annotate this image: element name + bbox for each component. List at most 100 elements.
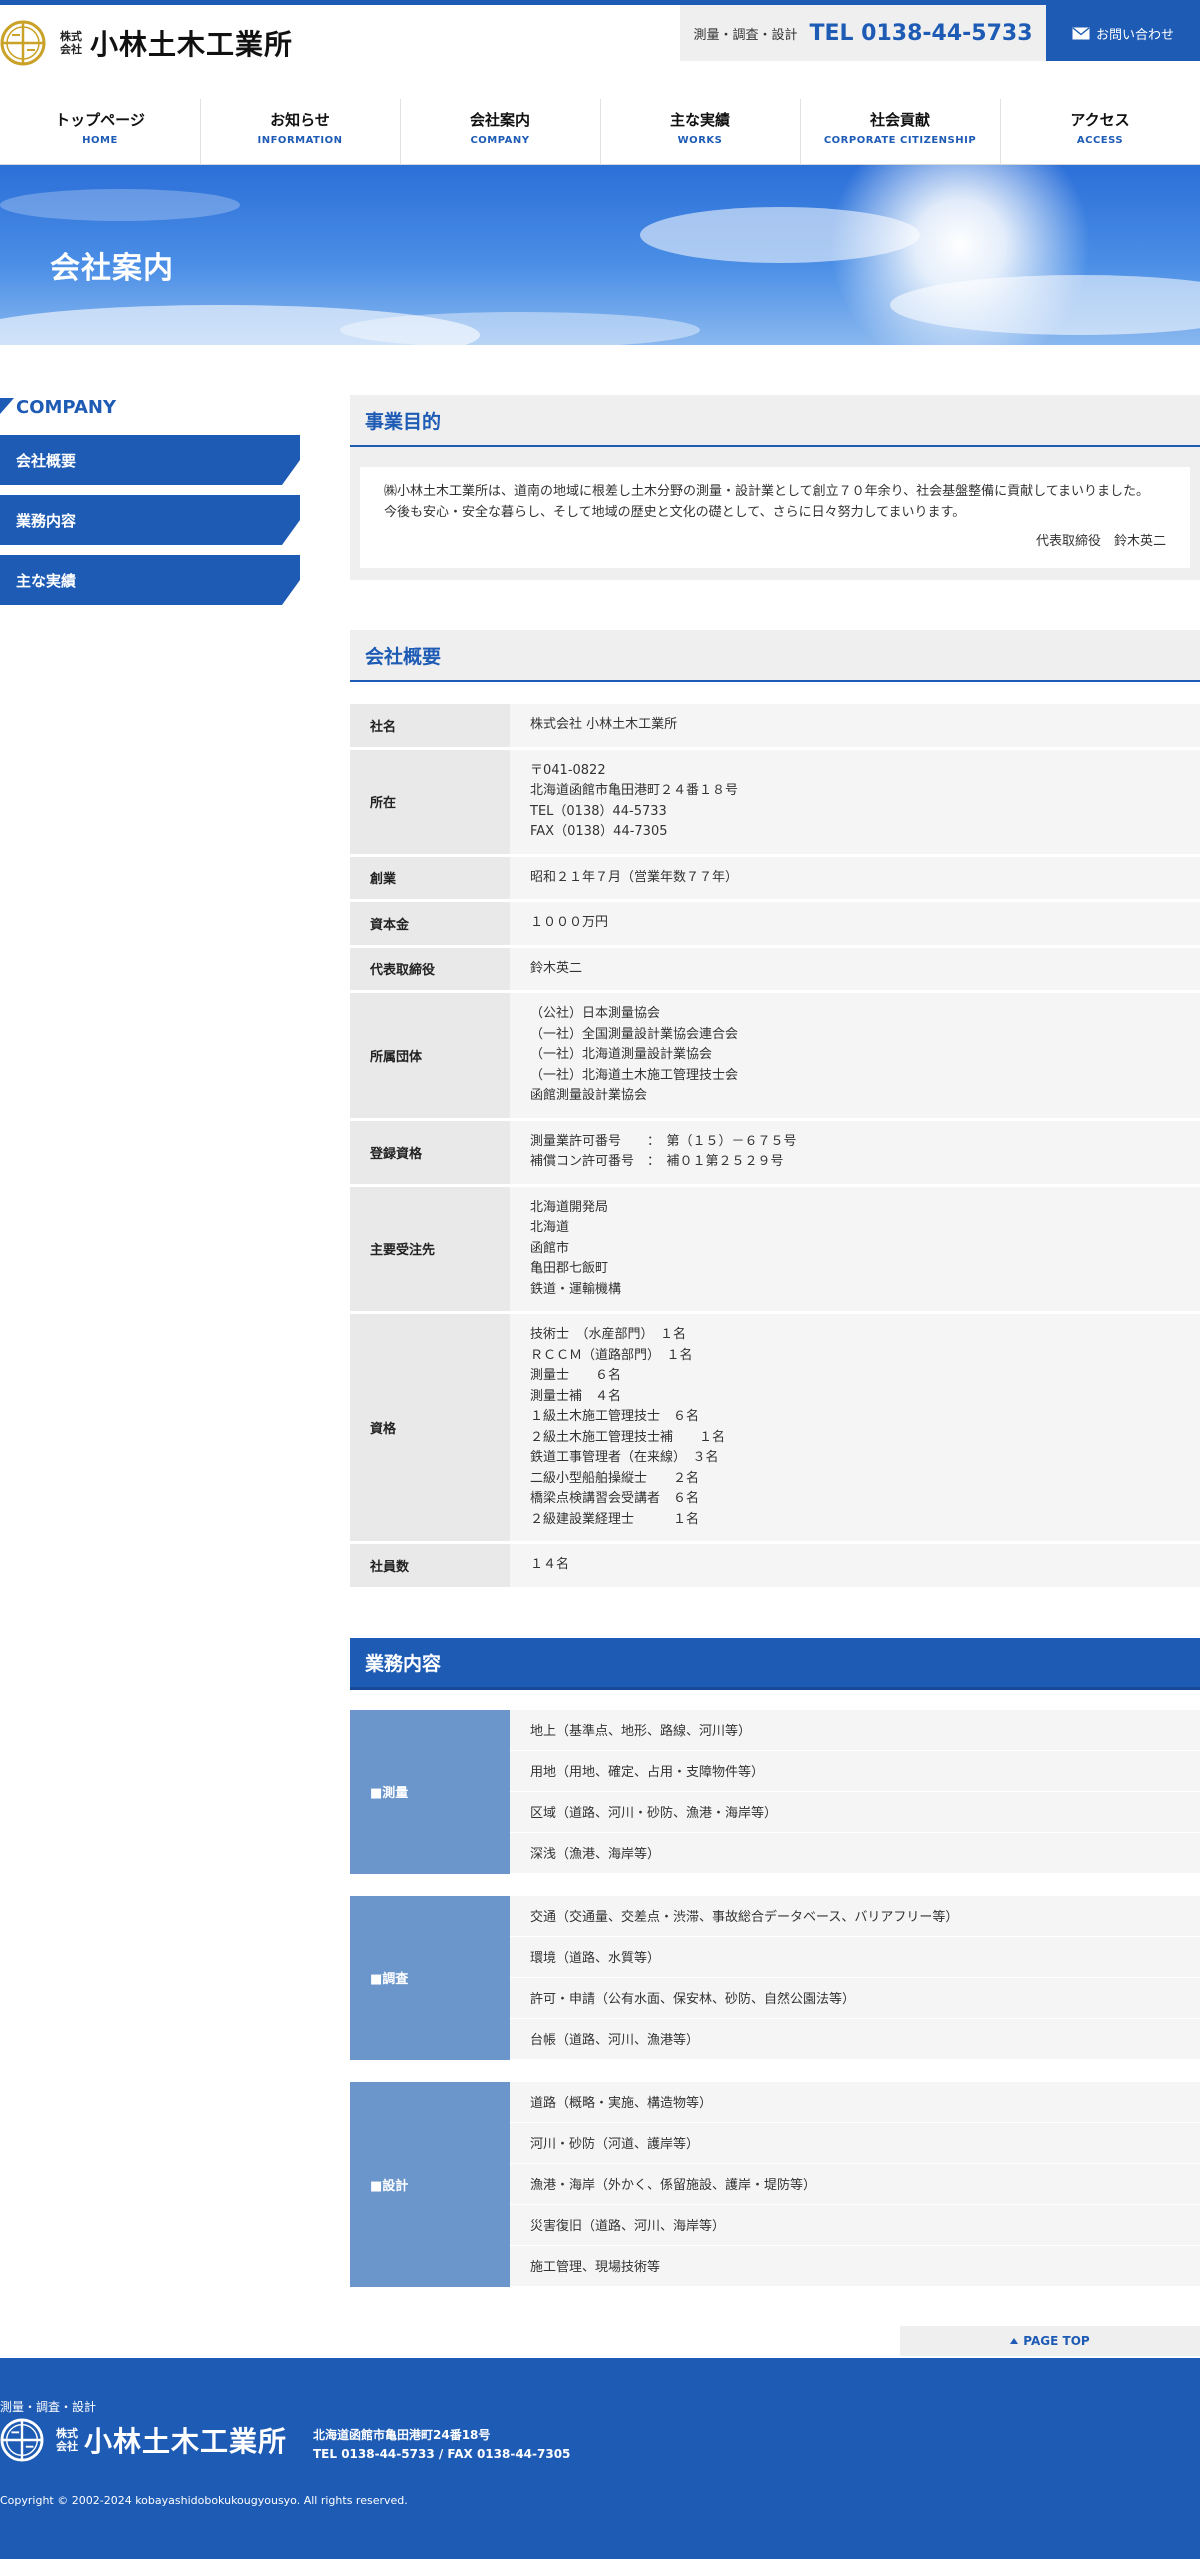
page-top-label: PAGE TOP [1023,2334,1090,2348]
copyright: Copyright © 2002-2024 kobayashidobokukou… [0,2494,408,2507]
row-value: 株式会社 小林土木工業所 [510,704,1200,750]
purpose-line-1: ㈱小林土木工業所は、道南の地域に根差し土木分野の測量・設計業として創立７０年余り… [384,484,1150,499]
contact-button-label: お問い合わせ [1095,27,1174,43]
logo-kabushiki: 株式 会社 [60,30,82,56]
logo-company-name: 小林土木工業所 [90,28,294,61]
company-emblem-icon [0,2418,44,2462]
row-value: 〒041-0822 北海道函館市亀田港町２４番１８号 TEL（0138）44-5… [510,748,1200,857]
table-row: 資本金 １０００万円 [350,900,1200,948]
footer-logo[interactable]: 株式 会社 小林土木工業所 [0,2418,287,2462]
page: 株式 会社 小林土木工業所 測量・調査・設計 TEL 0138-44-5733 … [0,0,1200,2559]
row-value: 測量業許可番号 ： 第（１５）－６７５号 補償コン許可番号 ： 補０１第２５２９… [510,1119,1200,1187]
sidebar-heading-text: COMPANY [16,396,116,418]
contact-button[interactable]: お問い合わせ [1046,5,1200,61]
list-item: 環境（道路、水質等） [510,1936,1200,1978]
logo-kabu-top: 株式 [60,30,82,43]
list-item: 台帳（道路、河川、漁港等） [510,2018,1200,2060]
nav-label-jp: 会社案内 [469,111,530,129]
purpose-panel: ㈱小林土木工業所は、道南の地域に根差し土木分野の測量・設計業として創立７０年余り… [350,447,1200,580]
overview-table: 社名 株式会社 小林土木工業所 所在 〒041-0822 北海道函館市亀田港町２… [350,704,1200,1590]
sidebar-item-works[interactable]: 主な実績 [0,555,300,605]
nav-item-home[interactable]: トップページ HOME [0,99,200,164]
nav-label-en: HOME [82,135,118,146]
purpose-text-box: ㈱小林土木工業所は、道南の地域に根差し土木分野の測量・設計業として創立７０年余り… [360,467,1190,568]
nav-item-access[interactable]: アクセス ACCESS [1000,99,1200,165]
nav-label-en: COMPANY [470,135,530,146]
corner-triangle-icon [0,398,14,414]
sidebar-item-overview[interactable]: 会社概要 [0,435,300,485]
nav-label-jp: 主な実績 [669,111,730,129]
nav-item-works[interactable]: 主な実績 WORKS [600,99,800,165]
footer-kabushiki: 株式 会社 [56,2427,78,2453]
sky-clouds-image [0,165,1200,345]
phone-number[interactable]: TEL 0138-44-5733 [809,21,1032,46]
list-item: 交通（交通量、交差点・渋滞、事故総合データベース、バリアフリー等） [510,1895,1200,1937]
footer-address-line: 北海道函館市亀田港町24番18号 [313,2428,491,2442]
row-label: 所在 [350,748,510,857]
nav-label-jp: アクセス [1070,111,1130,129]
overview-section: 会社概要 社名 株式会社 小林土木工業所 所在 〒041-0822 北海道函館市… [350,630,1200,1590]
global-nav: トップページ HOME お知らせ INFORMATION 会社案内 COMPAN… [0,99,1200,165]
row-label: 登録資格 [350,1119,510,1187]
page-title: 会社案内 [50,251,174,286]
nav-label-jp: 社会貢献 [869,111,930,129]
table-row: 代表取締役 鈴木英二 [350,946,1200,993]
table-row: 所属団体 （公社）日本測量協会 （一社）全国測量設計業協会連合会 （一社）北海道… [350,991,1200,1121]
table-row: 社名 株式会社 小林土木工業所 [350,704,1200,750]
purpose-section: 事業目的 ㈱小林土木工業所は、道南の地域に根差し土木分野の測量・設計業として創立… [350,395,1200,580]
table-row: 創業 昭和２１年７月（営業年数７７年） [350,855,1200,902]
list-item: 深浅（漁港、海岸等） [510,1832,1200,1874]
nav-label-jp: お知らせ [270,111,330,129]
table-row: 主要受注先 北海道開発局 北海道 函館市 亀田郡七飯町 鉄道・運輸機構 [350,1185,1200,1314]
business-group-items: 道路（概略・実施、構造物等） 河川・砂防（河道、護岸等） 漁港・海岸（外かく、係… [510,2081,1200,2287]
nav-item-company[interactable]: 会社案内 COMPANY [400,99,600,165]
business-group-items: 交通（交通量、交差点・渋滞、事故総合データベース、バリアフリー等） 環境（道路、… [510,1895,1200,2060]
purpose-line-2: 今後も安心・安全な暮らし、そして地域の歴史と文化の礎として、さらに日々努力してま… [384,505,966,520]
business-heading: 業務内容 [350,1637,1200,1690]
footer-company-name: 小林土木工業所 [84,2425,288,2458]
row-value: 昭和２１年７月（営業年数７７年） [510,855,1200,902]
footer-kabu-bottom: 会社 [56,2440,78,2453]
business-group-label: ■設計 [350,2081,510,2287]
page-top-button[interactable]: PAGE TOP [900,2326,1200,2356]
row-label: 社員数 [350,1542,510,1590]
site-header: 株式 会社 小林土木工業所 測量・調査・設計 TEL 0138-44-5733 … [0,5,1200,66]
nav-item-information[interactable]: お知らせ INFORMATION [200,99,400,165]
phone-caption: 測量・調査・設計 [693,27,798,43]
purpose-signature: 代表取締役 鈴木英二 [1035,534,1166,549]
row-value: 鈴木英二 [510,946,1200,993]
business-section: 業務内容 ■測量 地上（基準点、地形、路線、河川等） 用地（用地、確定、占用・支… [350,1637,1200,2287]
purpose-heading: 事業目的 [350,395,1200,447]
footer-kabu-top: 株式 [56,2427,78,2440]
business-group-label: ■測量 [350,1709,510,1874]
row-label: 創業 [350,855,510,902]
business-groups: ■測量 地上（基準点、地形、路線、河川等） 用地（用地、確定、占用・支障物件等）… [350,1709,1200,2287]
row-value: 技術士 （水産部門） １名 ＲＣＣＭ（道路部門） １名 測量士 ６名 測量士補 … [510,1312,1200,1544]
nav-item-citizenship[interactable]: 社会貢献 CORPORATE CITIZENSHIP [800,99,1000,165]
nav-label-en: ACCESS [1076,135,1124,146]
nav-label-en: CORPORATE CITIZENSHIP [823,135,977,146]
site-logo[interactable]: 株式 会社 小林土木工業所 [0,20,293,66]
row-label: 所属団体 [350,991,510,1121]
company-emblem-icon [0,20,46,66]
list-item: 区域（道路、河川・砂防、漁港・海岸等） [510,1791,1200,1833]
mail-icon [1072,26,1090,39]
list-item: 許可・申請（公有水面、保安林、砂防、自然公園法等） [510,1977,1200,2019]
row-label: 主要受注先 [350,1185,510,1314]
content-area: COMPANY 会社概要 業務内容 主な実績 事業目的 ㈱小林土木工業所は、道南… [0,345,1200,2309]
site-footer: 測量・調査・設計 株式 会社 小林土木工業所 北海道函館市亀田港町24番18号 … [0,2358,1200,2559]
list-item: 漁港・海岸（外かく、係留施設、護岸・堤防等） [510,2163,1200,2205]
footer-address: 北海道函館市亀田港町24番18号 TEL 0138-44-5733 / FAX … [313,2426,570,2464]
sidebar-item-business[interactable]: 業務内容 [0,495,300,545]
footer-tagline: 測量・調査・設計 [0,2400,97,2414]
row-label: 資本金 [350,900,510,948]
row-value: 北海道開発局 北海道 函館市 亀田郡七飯町 鉄道・運輸機構 [510,1185,1200,1314]
row-value: １４名 [510,1542,1200,1590]
list-item: 地上（基準点、地形、路線、河川等） [510,1709,1200,1751]
sidebar-heading: COMPANY [0,395,300,419]
table-row: 登録資格 測量業許可番号 ： 第（１５）－６７５号 補償コン許可番号 ： 補０１… [350,1119,1200,1187]
nav-label-en: INFORMATION [257,135,343,146]
sidebar-menu: 会社概要 業務内容 主な実績 [0,435,300,605]
table-row: 所在 〒041-0822 北海道函館市亀田港町２４番１８号 TEL（0138）4… [350,748,1200,857]
business-group-design: ■設計 道路（概略・実施、構造物等） 河川・砂防（河道、護岸等） 漁港・海岸（外… [350,2081,1200,2287]
